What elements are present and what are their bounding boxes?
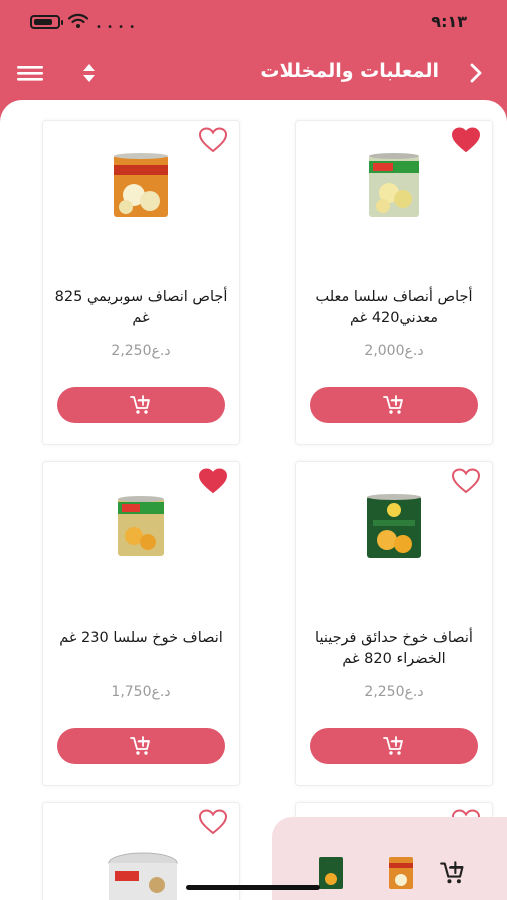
cart-item-thumbnail (319, 857, 343, 889)
product-name: أنصاف خوخ حدائق فرجينيا الخضراء 820 غم (315, 630, 473, 667)
cart-item-thumbnail (389, 857, 413, 889)
heart-icon[interactable] (199, 468, 227, 494)
heart-icon[interactable] (452, 127, 480, 153)
product-card[interactable]: انصاف خوخ سلسا 230 غم 1,750د.ع (42, 461, 240, 786)
price-value: 2,250 (111, 343, 152, 359)
product-name: انصاف خوخ سلسا 230 غم (59, 630, 223, 646)
heart-icon[interactable] (199, 809, 227, 835)
price-currency: د.ع (151, 343, 171, 359)
product-image (369, 153, 419, 217)
price-currency: د.ع (404, 343, 424, 359)
add-to-cart-icon (130, 395, 150, 414)
wifi-icon (68, 13, 88, 28)
battery-icon (30, 15, 63, 29)
heart-icon[interactable] (452, 468, 480, 494)
product-price: 1,750د.ع (43, 684, 239, 700)
product-price: 2,250د.ع (296, 684, 492, 700)
product-name: أجاص أنصاف سلسا معلب معدني420 غم (315, 289, 473, 326)
heart-icon[interactable] (199, 127, 227, 153)
status-time: ٩:١٣ (431, 12, 467, 31)
product-image (114, 153, 168, 217)
product-card[interactable]: أجاص أنصاف سلسا معلب معدني420 غم 2,000د.… (295, 120, 493, 445)
sort-icon[interactable] (80, 61, 98, 85)
page-title: المعلبات والمخللات (260, 60, 439, 82)
add-to-cart-button[interactable] (310, 728, 478, 764)
nav-bar: المعلبات والمخللات (0, 50, 507, 96)
add-to-cart-icon[interactable] (440, 861, 466, 885)
status-bar: • • • • ٩:١٣ (0, 0, 507, 44)
product-name: أجاص انصاف سوبريمي 825 غم (54, 289, 228, 326)
product-grid: أجاص أنصاف سلسا معلب معدني420 غم 2,000د.… (0, 100, 507, 900)
add-to-cart-button[interactable] (310, 387, 478, 423)
home-indicator (186, 885, 320, 890)
add-to-cart-icon (383, 395, 403, 414)
add-to-cart-button[interactable] (57, 387, 225, 423)
back-chevron-icon[interactable] (463, 58, 489, 88)
product-price: 2,000د.ع (296, 343, 492, 359)
product-card[interactable]: أنصاف خوخ حدائق فرجينيا الخضراء 820 غم 2… (295, 461, 493, 786)
product-card[interactable]: أجاص انصاف سوبريمي 825 غم 2,250د.ع (42, 120, 240, 445)
product-image (108, 852, 178, 900)
price-value: 2,000 (364, 343, 405, 359)
price-currency: د.ع (151, 684, 171, 700)
add-to-cart-icon (383, 736, 403, 755)
price-value: 1,750 (111, 684, 152, 700)
price-currency: د.ع (404, 684, 424, 700)
product-image (118, 496, 164, 556)
product-price: 2,250د.ع (43, 343, 239, 359)
product-image (367, 494, 421, 558)
signal-icon: • • • • (96, 22, 137, 33)
menu-icon[interactable] (17, 63, 43, 83)
add-to-cart-icon (130, 736, 150, 755)
add-to-cart-button[interactable] (57, 728, 225, 764)
price-value: 2,250 (364, 684, 405, 700)
